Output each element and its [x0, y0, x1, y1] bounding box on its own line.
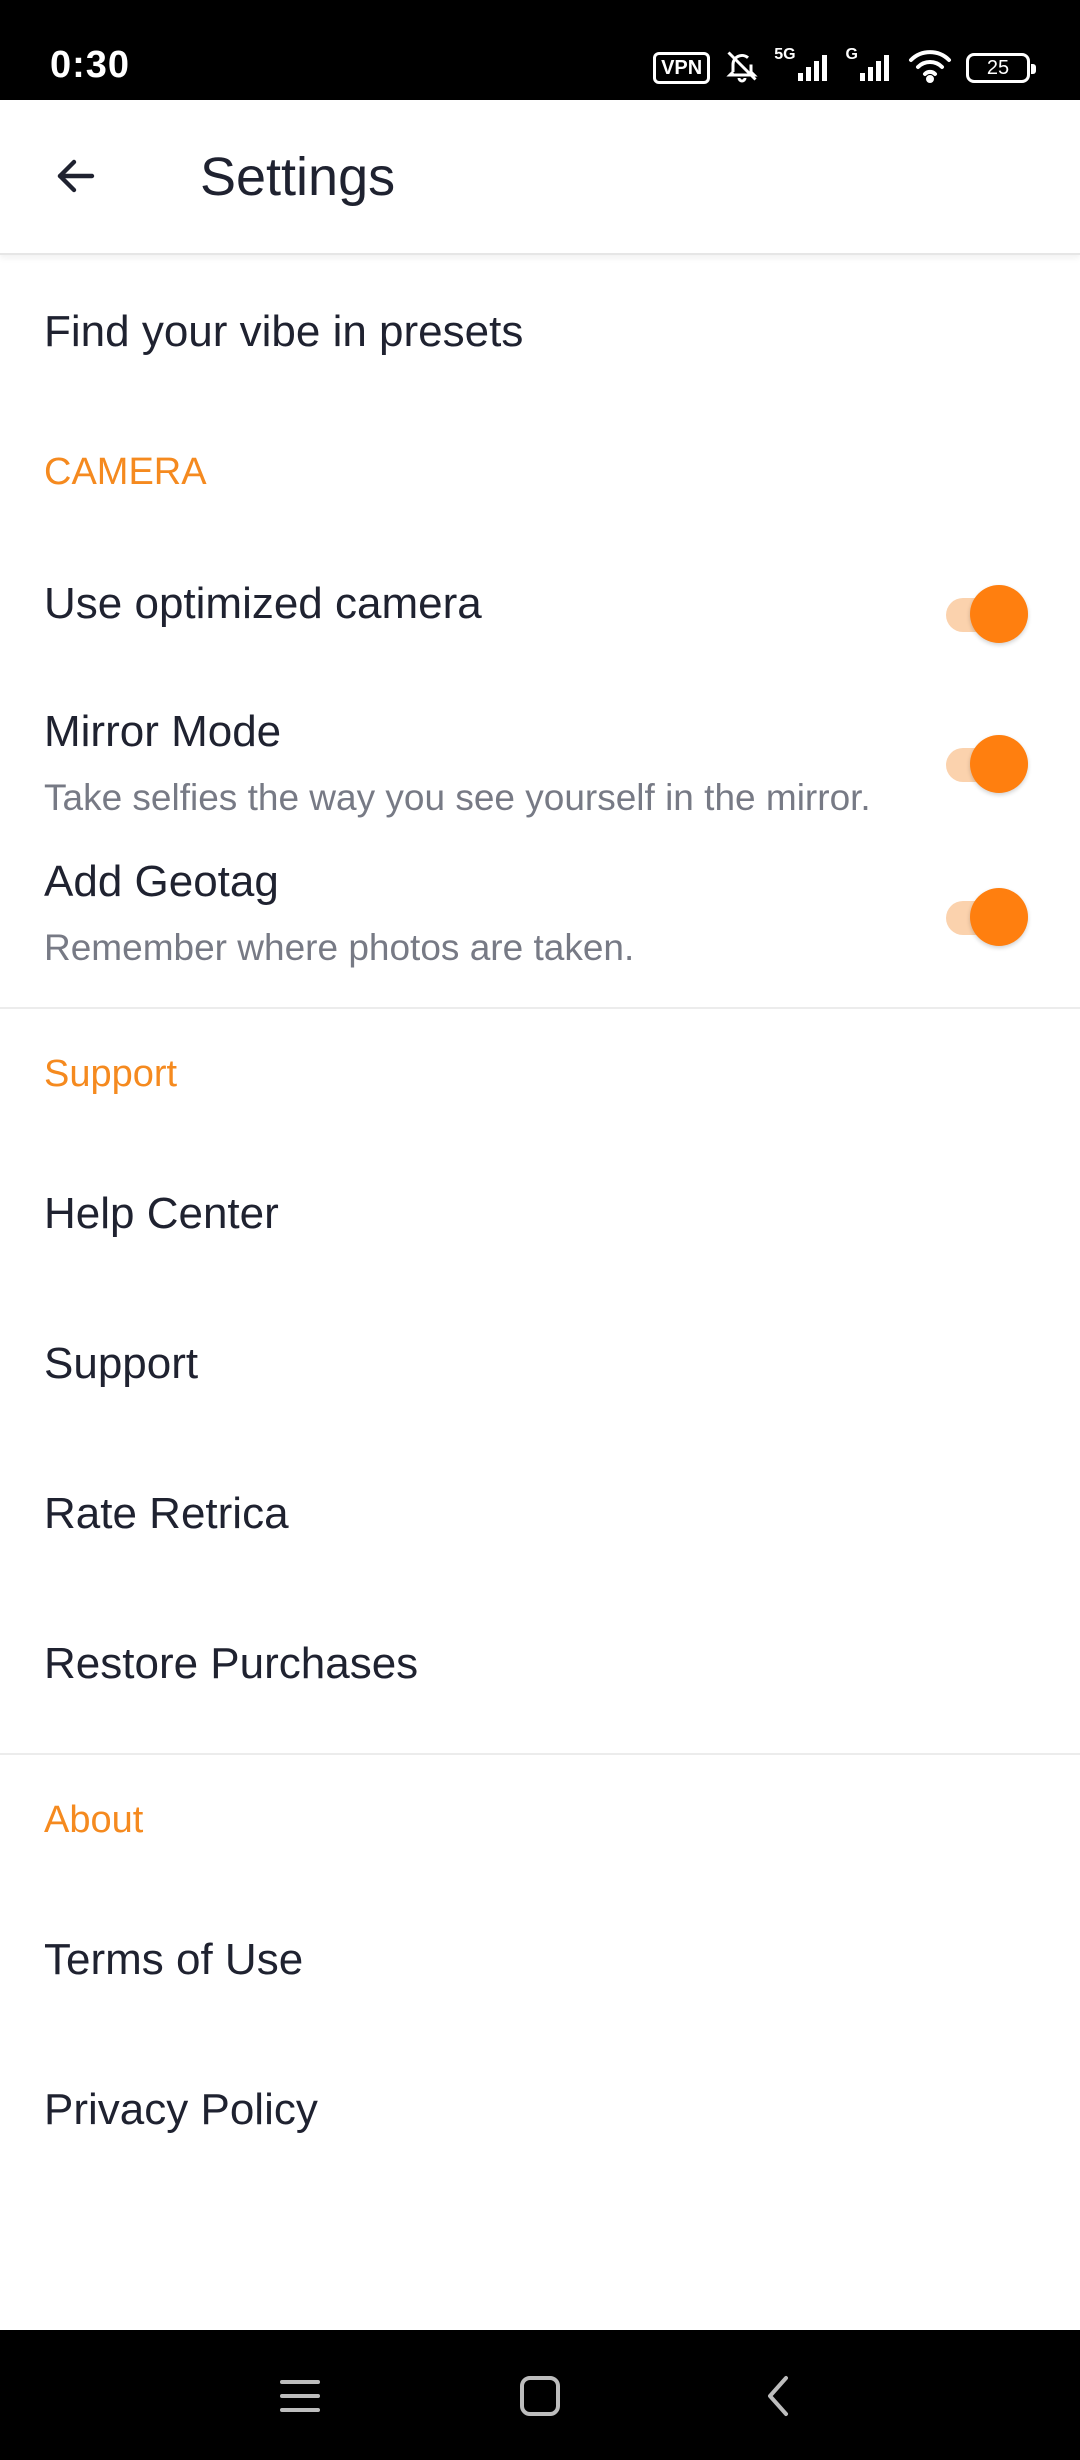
geotag-row[interactable]: Add Geotag Remember where photos are tak… [0, 837, 1080, 1007]
network-5g-label: 5G [774, 46, 796, 63]
terms-of-use-item[interactable]: Terms of Use [0, 1885, 1080, 2035]
privacy-policy-item[interactable]: Privacy Policy [0, 2035, 1080, 2185]
support-section-header: Support [44, 1053, 178, 1095]
home-icon [518, 2374, 562, 2423]
status-icons: VPN 5G G 25 [653, 46, 1036, 89]
about-section-header: About [44, 1799, 144, 1841]
app-bar: Settings [0, 100, 1080, 255]
presets-item[interactable]: Find your vibe in presets [0, 257, 1080, 407]
toggle-thumb [970, 735, 1028, 793]
recent-apps-button[interactable] [270, 2368, 330, 2428]
battery-icon: 25 [966, 53, 1036, 83]
page-title: Settings [200, 147, 396, 207]
settings-list: Find your vibe in presets CAMERA Use opt… [0, 257, 1080, 2185]
toggle-thumb [970, 585, 1028, 643]
support-item[interactable]: Support [0, 1289, 1080, 1439]
mirror-mode-description: Take selfies the way you see yourself in… [44, 777, 871, 818]
help-center-item[interactable]: Help Center [0, 1139, 1080, 1289]
optimized-camera-toggle[interactable] [946, 582, 1028, 643]
mirror-mode-label: Mirror Mode [44, 707, 282, 756]
signal-icon [797, 51, 832, 86]
bell-muted-icon [724, 48, 760, 89]
geotag-label: Add Geotag [44, 857, 279, 906]
status-time: 0:30 [50, 44, 131, 86]
camera-section-header: CAMERA [44, 451, 207, 493]
wifi-icon [908, 49, 952, 88]
optimized-camera-label: Use optimized camera [44, 579, 482, 628]
optimized-camera-row[interactable]: Use optimized camera [0, 537, 1080, 687]
geotag-toggle[interactable] [946, 885, 1028, 946]
back-chevron-icon [758, 2372, 798, 2425]
navigation-bar [0, 2330, 1080, 2460]
toggle-thumb [970, 888, 1028, 946]
arrow-back-icon [52, 152, 100, 205]
back-button[interactable] [40, 142, 112, 214]
signal-icon [860, 51, 894, 86]
menu-icon [278, 2376, 322, 2421]
vpn-badge: VPN [653, 52, 711, 84]
geotag-description: Remember where photos are taken. [44, 927, 635, 968]
restore-purchases-item[interactable]: Restore Purchases [0, 1589, 1080, 1739]
status-bar: 0:30 VPN 5G G 25 [0, 0, 1080, 100]
mirror-mode-row[interactable]: Mirror Mode Take selfies the way you see… [0, 687, 1080, 837]
back-nav-button[interactable] [748, 2368, 808, 2428]
home-button[interactable] [510, 2368, 570, 2428]
mirror-mode-toggle[interactable] [946, 732, 1028, 793]
rate-retrica-item[interactable]: Rate Retrica [0, 1439, 1080, 1589]
network-g-label: G [845, 46, 858, 63]
battery-level: 25 [986, 57, 1010, 79]
